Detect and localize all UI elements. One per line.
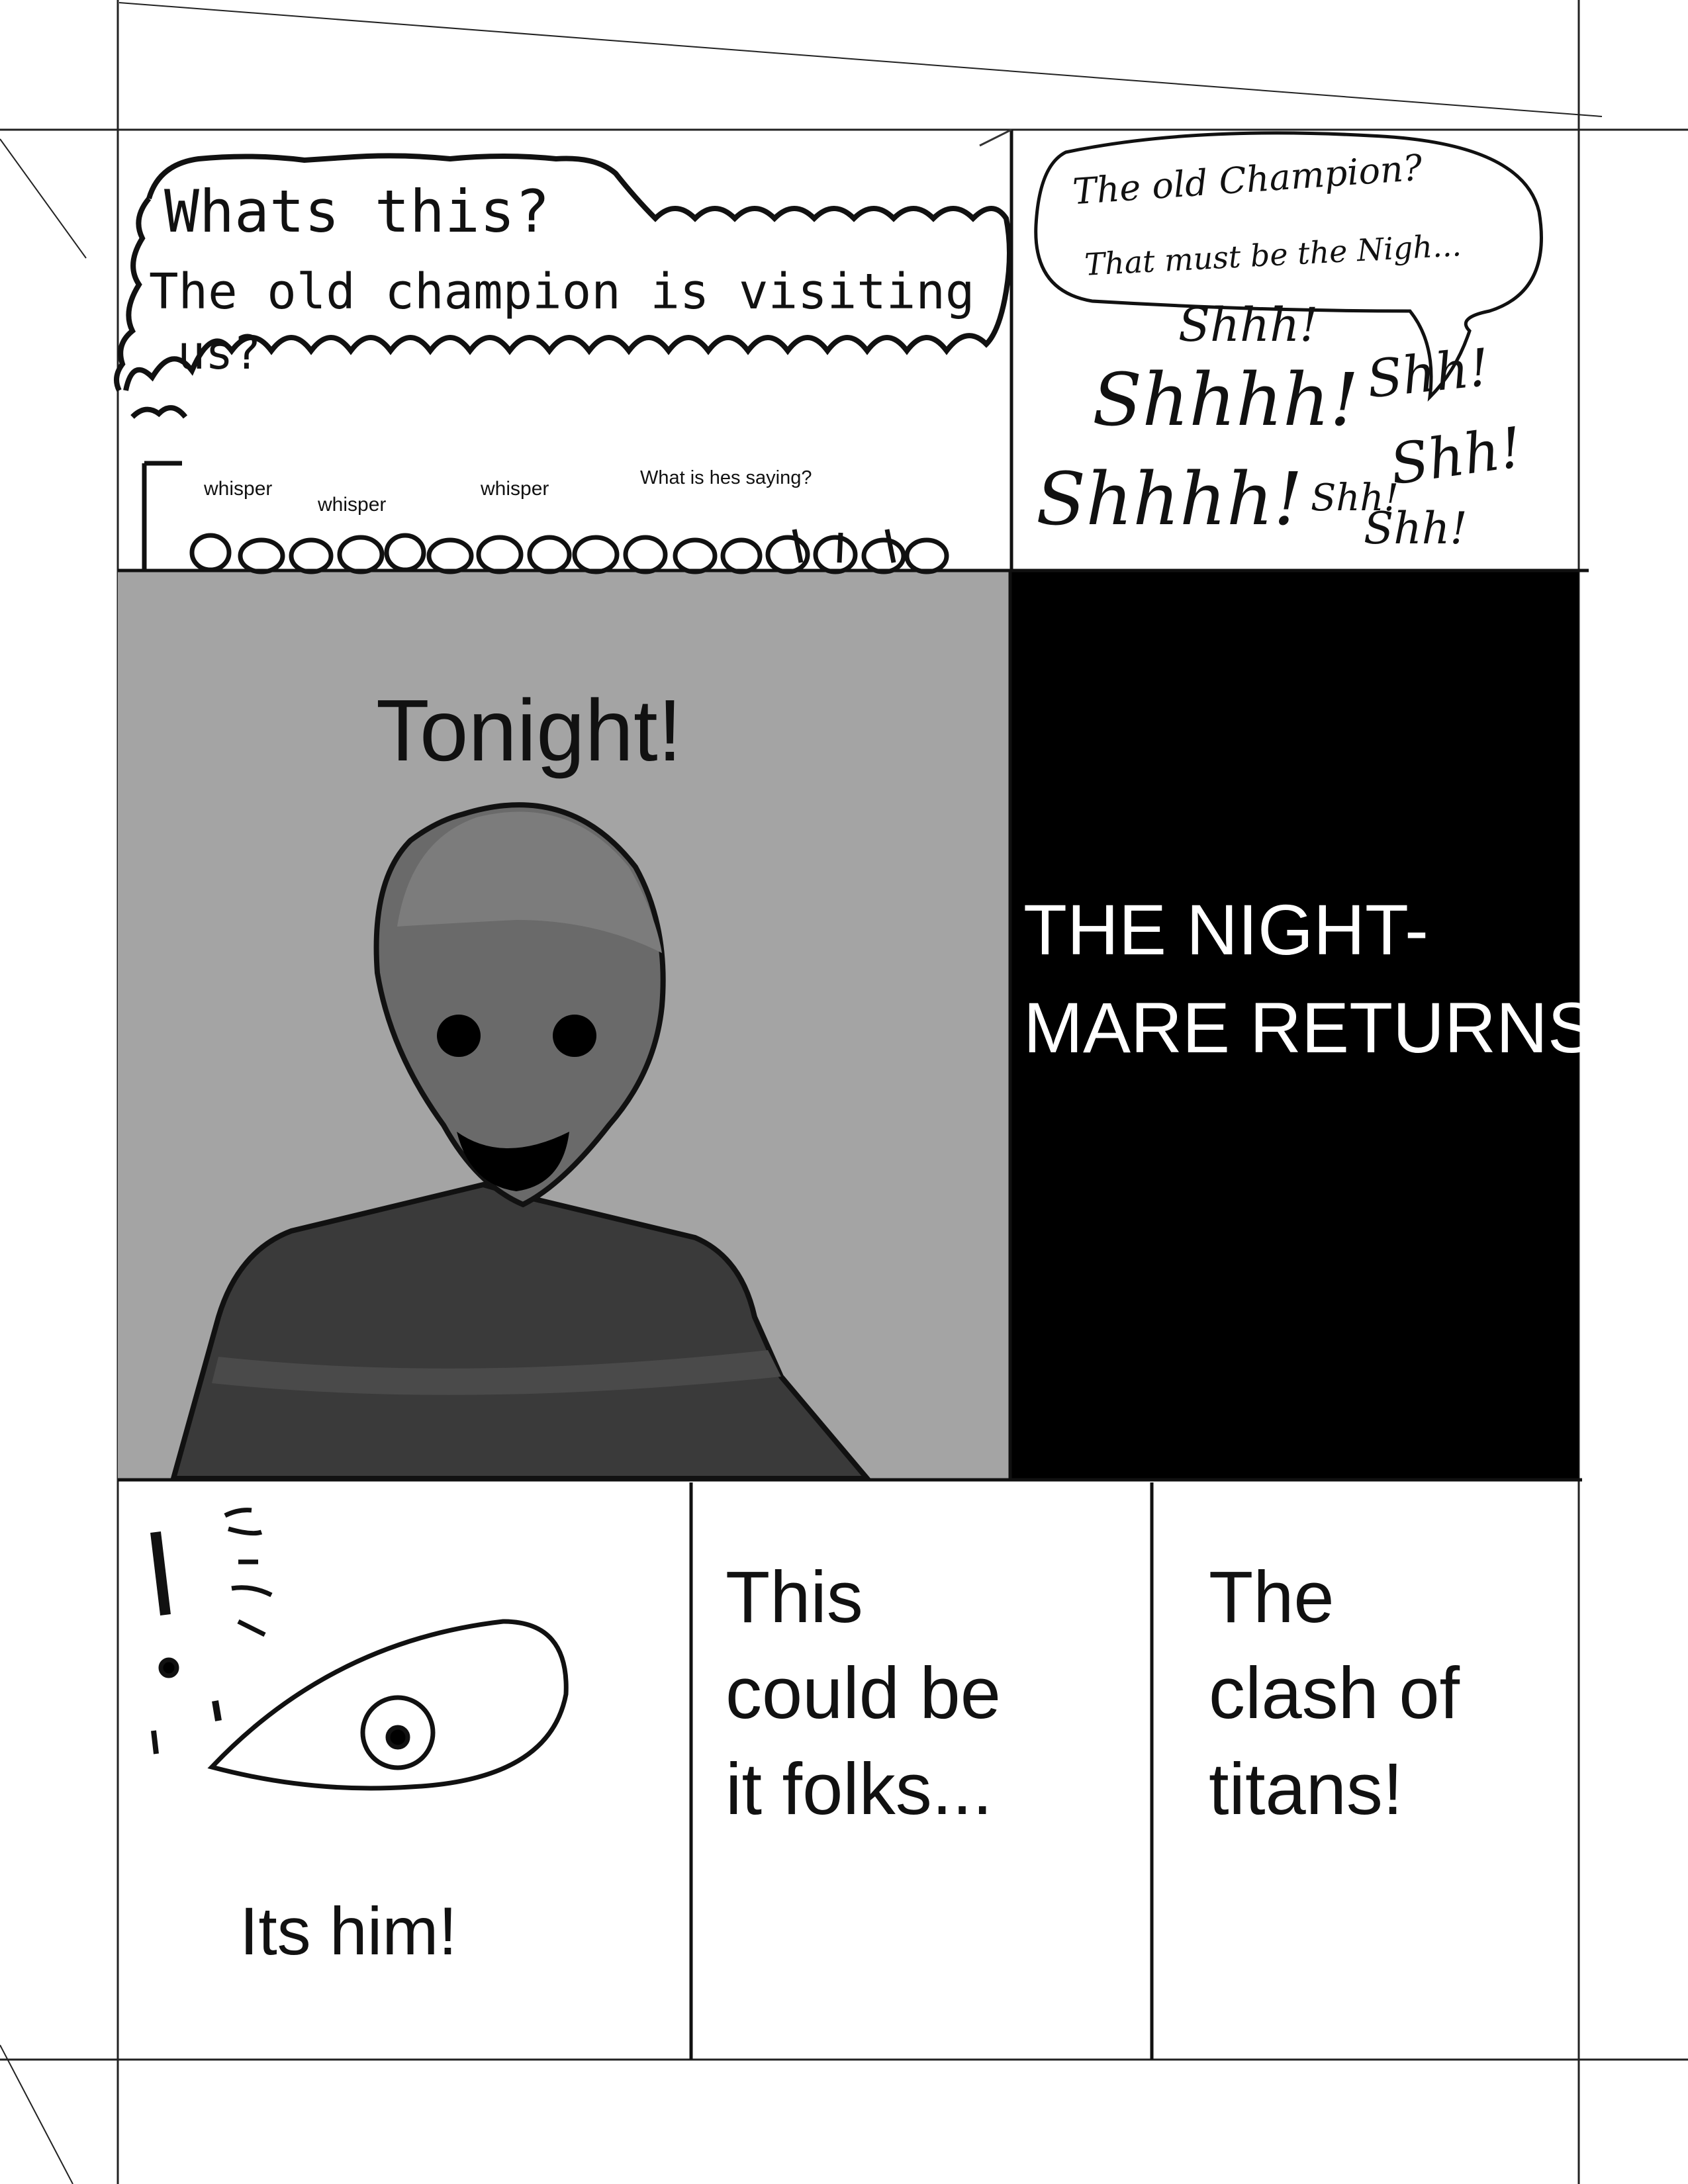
crowd-whisper-1: whisper (204, 478, 273, 500)
folks-line-2: could be (726, 1653, 1001, 1734)
tonight-caption: Tonight! (376, 682, 682, 779)
shush-3: Shhhh! (1036, 457, 1303, 541)
titans-line-2: clash of (1209, 1653, 1460, 1734)
crowd-whisper-2: whisper (318, 494, 387, 516)
surprised-eye-drawing (150, 1508, 569, 1791)
its-him-caption: Its him! (240, 1893, 457, 1969)
folks-line-3: it folks... (726, 1749, 993, 1830)
figure-right-eye (553, 1015, 596, 1057)
shush-4: Shh! (1364, 338, 1493, 410)
titans-line-1: The (1209, 1557, 1335, 1638)
bubble-line-old-champion: The old champion is visiting (149, 263, 975, 320)
title-line-1: THE NIGHT- (1023, 889, 1429, 970)
shush-1: Shhh! (1178, 298, 1319, 352)
folks-line-1: This (726, 1557, 863, 1638)
figure-left-eye (437, 1015, 481, 1057)
panel2-corner-mark (979, 128, 1012, 147)
bubble-line-us: us? (177, 326, 261, 380)
title-line-2: MARE RETURNS (1023, 987, 1596, 1068)
bubble-tail (130, 405, 188, 419)
crowd-question: What is hes saying? (640, 467, 812, 488)
shush-7: Shh! (1311, 477, 1399, 520)
bubble-line-whats-this: Whats this? (164, 177, 550, 246)
crowd-whisper-3: whisper (481, 478, 549, 500)
shush-2: Shhhh! (1092, 357, 1359, 442)
bubble-left-squiggle (114, 197, 152, 392)
titans-line-3: titans! (1209, 1749, 1403, 1830)
